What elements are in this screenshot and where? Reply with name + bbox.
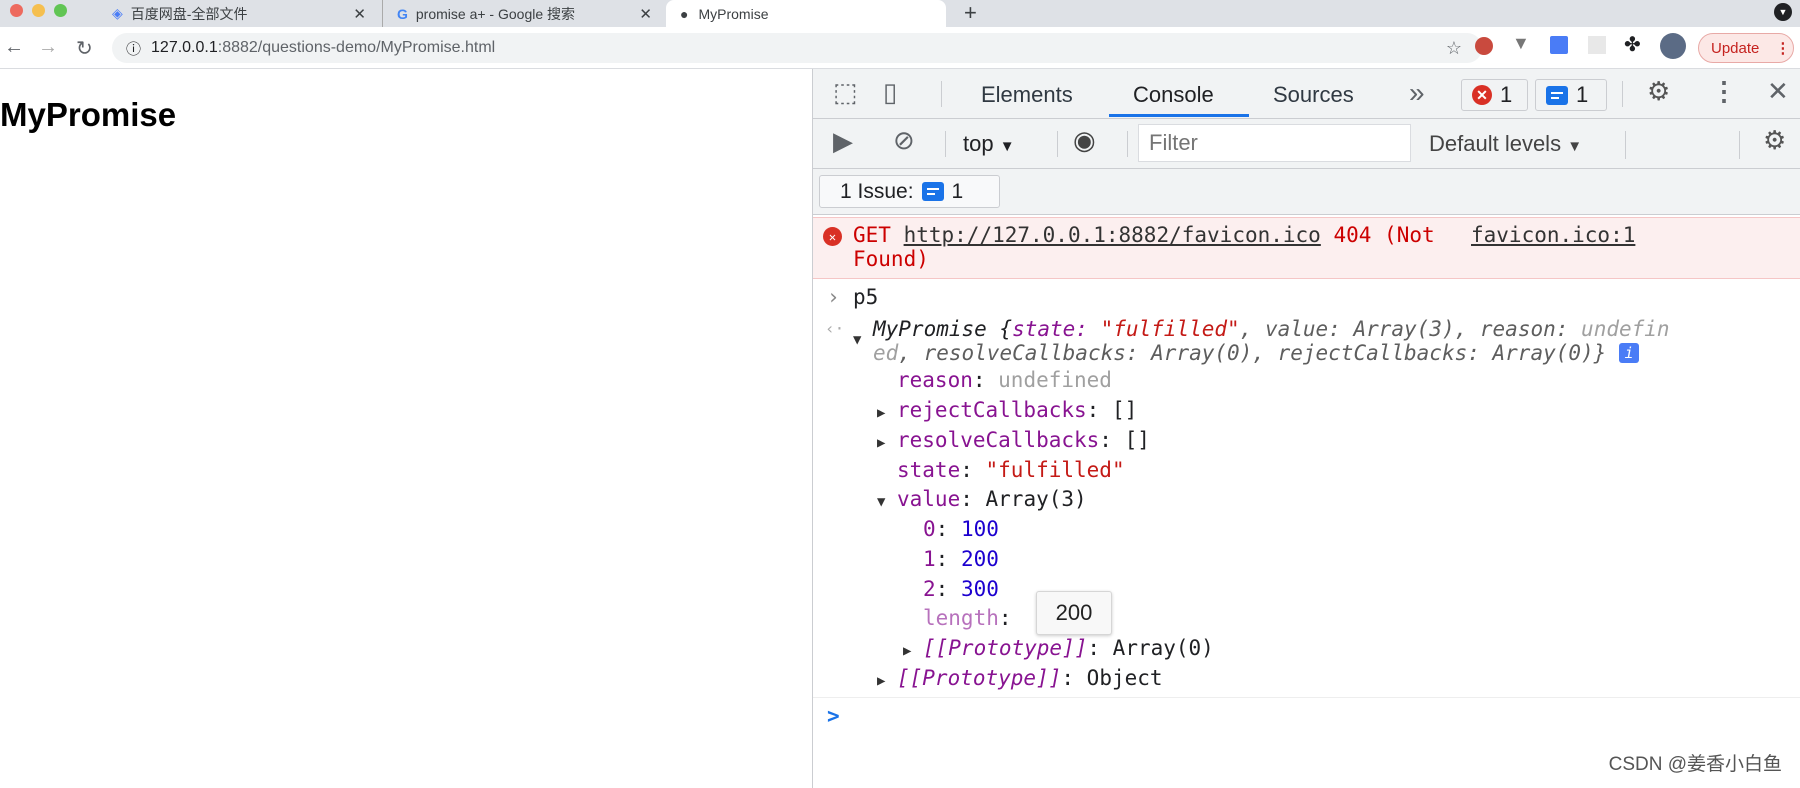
console-toolbar: ▶︎ ⊘ top ▼ ◉ Default levels ▼ ⚙: [813, 119, 1800, 169]
device-toolbar-icon[interactable]: ▯: [883, 77, 897, 108]
tab-strip: ◈ 百度网盘-全部文件 ✕ G promise a+ - Google 搜索 ✕ ●…: [0, 0, 1800, 27]
message-icon: [921, 182, 944, 201]
browser-tab[interactable]: G promise a+ - Google 搜索 ✕: [382, 0, 664, 27]
issue-count-badge[interactable]: 1: [1535, 79, 1607, 111]
globe-icon: ●: [680, 5, 689, 22]
extensions-puzzle-icon[interactable]: ✤: [1624, 32, 1641, 57]
close-tab-icon[interactable]: ✕: [353, 5, 366, 23]
extension-icon[interactable]: [1475, 37, 1493, 55]
address-bar-row: ← → ↻ ⓘ 127.0.0.1:8882/questions-demo/My…: [0, 27, 1800, 69]
translate-icon[interactable]: [1550, 36, 1568, 54]
forward-icon[interactable]: →: [38, 36, 58, 59]
new-tab-button[interactable]: +: [964, 0, 977, 26]
watermark: CSDN @姜香小白鱼: [1608, 754, 1782, 775]
tree-item[interactable]: ▶ [[Prototype]]: Array(0): [903, 633, 1214, 663]
console-error-message: ✕ GET http://127.0.0.1:8882/favicon.ico …: [813, 217, 1800, 279]
google-icon: G: [397, 5, 408, 22]
reload-icon[interactable]: ↻: [76, 36, 93, 61]
tree-item[interactable]: ▶ resolveCallbacks: []: [877, 425, 1150, 455]
clear-console-icon[interactable]: ⊘: [893, 125, 915, 156]
tab-elements[interactable]: Elements: [981, 82, 1073, 108]
maximize-window-button[interactable]: [54, 4, 67, 17]
back-icon[interactable]: ←: [4, 36, 24, 59]
settings-gear-icon[interactable]: ⚙: [1647, 76, 1670, 107]
url-field[interactable]: ⓘ 127.0.0.1:8882/questions-demo/MyPromis…: [112, 33, 1482, 63]
info-icon[interactable]: ⓘ: [126, 38, 141, 59]
tab-search-icon[interactable]: ▼: [1774, 3, 1792, 21]
show-sidebar-icon[interactable]: ▶︎: [833, 126, 853, 157]
baidu-netdisk-icon: ◈: [112, 5, 123, 21]
issues-bar: 1 Issue: 1: [813, 169, 1800, 215]
close-window-button[interactable]: [10, 4, 23, 17]
log-levels-dropdown[interactable]: Default levels ▼: [1429, 131, 1582, 157]
devtools-toolbar: ⬚ ▯ Elements Console Sources » ✕ 1 1 ⚙ ⋮ …: [813, 69, 1800, 119]
tab-sources[interactable]: Sources: [1273, 82, 1354, 108]
console-prompt[interactable]: >: [827, 701, 840, 731]
tree-item[interactable]: ▶ [[Prototype]]: Object: [877, 663, 1163, 693]
message-icon: [1546, 85, 1568, 105]
minimize-window-button[interactable]: [32, 4, 45, 17]
error-icon: ✕: [1472, 85, 1492, 105]
error-count-badge[interactable]: ✕ 1: [1461, 79, 1528, 111]
error-icon: ✕: [823, 227, 842, 246]
more-tabs-icon[interactable]: »: [1409, 77, 1425, 109]
tree-item[interactable]: ▼ value: Array(3): [877, 484, 1087, 514]
more-options-icon[interactable]: ⋮: [1711, 76, 1737, 107]
close-tab-icon[interactable]: ✕: [639, 5, 652, 23]
close-devtools-icon[interactable]: ✕: [1767, 76, 1789, 107]
eye-icon[interactable]: ◉: [1073, 125, 1096, 156]
browser-tab[interactable]: ◈ 百度网盘-全部文件 ✕: [98, 0, 378, 27]
extension-icon[interactable]: [1588, 36, 1606, 54]
inspect-element-icon[interactable]: ⬚: [833, 77, 858, 108]
bookmark-star-icon[interactable]: ☆: [1446, 38, 1462, 59]
tab-console[interactable]: Console: [1133, 82, 1214, 108]
filter-input[interactable]: [1138, 124, 1411, 162]
devtools-panel: ⬚ ▯ Elements Console Sources » ✕ 1 1 ⚙ ⋮ …: [812, 69, 1800, 788]
console-input-line: p5: [853, 285, 879, 309]
info-icon[interactable]: i: [1618, 343, 1639, 363]
error-source-link[interactable]: favicon.ico:1: [1471, 220, 1635, 250]
error-url-link[interactable]: http://127.0.0.1:8882/favicon.ico: [904, 223, 1321, 247]
update-button[interactable]: Update ⋮: [1698, 33, 1794, 63]
active-tab-indicator: [1109, 114, 1249, 117]
tree-item[interactable]: ▶ rejectCallbacks: []: [877, 395, 1137, 425]
context-selector[interactable]: top ▼: [963, 131, 1015, 157]
console-settings-icon[interactable]: ⚙: [1763, 125, 1786, 156]
issues-button[interactable]: 1 Issue: 1: [819, 175, 1000, 208]
tooltip: 200: [1036, 591, 1112, 635]
page-title: MyPromise: [0, 96, 177, 133]
vue-devtools-icon[interactable]: ▼: [1512, 33, 1530, 54]
browser-tab-active[interactable]: ● MyPromise: [666, 0, 946, 27]
avatar[interactable]: [1660, 33, 1686, 59]
